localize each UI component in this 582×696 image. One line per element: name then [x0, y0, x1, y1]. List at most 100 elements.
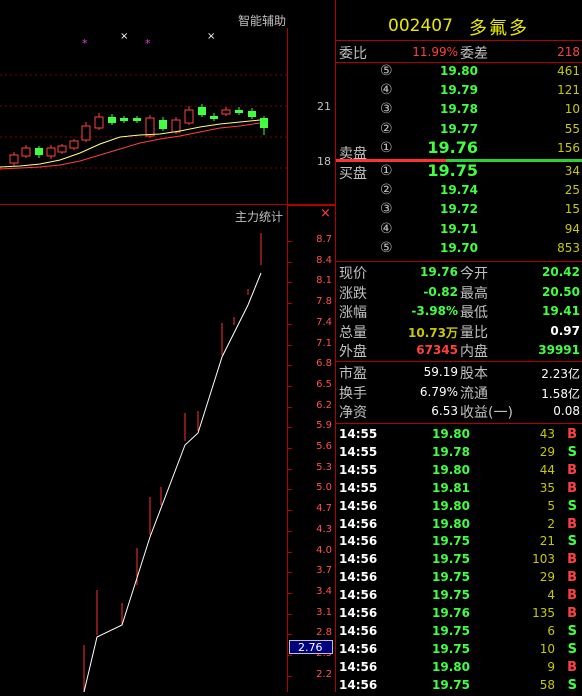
tick-time: 14:55 [339, 444, 378, 459]
tick-row[interactable]: 14:56 19.75 103 B [336, 552, 582, 570]
tick-price: 19.75 [432, 641, 470, 656]
weicha-label: 委差 [460, 46, 488, 62]
fundamental-row: 市盈 59.19 股本 2.23亿 [336, 363, 582, 382]
indicator-y-tick: 6.8 [316, 358, 332, 370]
indicator-y-tick: 8.7 [316, 234, 332, 245]
stock-name: 多氟多 [469, 18, 529, 39]
tick-row[interactable]: 14:56 19.75 58 S [336, 678, 582, 696]
tick-side: S [567, 677, 577, 693]
indicator-y-tick: 7.4 [316, 316, 332, 328]
tick-price: 19.80 [432, 498, 470, 513]
indicator-y-tick: 4.7 [316, 503, 332, 515]
stock-header[interactable]: 002407 多氟多 [336, 0, 582, 40]
order-volume: 10 [564, 102, 580, 117]
stat-row: 涨跌 -0.82 最高 20.50 [336, 283, 582, 302]
tick-price: 19.80 [432, 427, 470, 441]
tick-time: 14:56 [339, 588, 378, 603]
tick-row[interactable]: 14:56 19.80 5 S [336, 499, 582, 517]
tick-time: 14:56 [339, 552, 378, 567]
level-icon: ③ [380, 201, 393, 218]
tick-row[interactable]: 14:56 19.75 29 B [336, 570, 582, 588]
candle-body [260, 118, 268, 128]
stat-label: 现价 [339, 266, 367, 282]
tick-price: 19.75 [432, 552, 470, 567]
bid-row[interactable]: ③ 19.72 15 [336, 201, 582, 220]
tick-row[interactable]: 14:55 19.78 29 S [336, 445, 582, 463]
order-volume: 15 [564, 202, 580, 217]
indicator-y-tick-mark [288, 675, 292, 677]
tick-row[interactable]: 14:56 19.75 21 S [336, 534, 582, 552]
ask-row[interactable]: ⑤ 19.80 461 [336, 63, 582, 82]
ask-row[interactable]: ① 19.76 156 [336, 138, 582, 159]
stock-code: 002407 [388, 16, 453, 36]
tick-side: B [567, 427, 577, 442]
tick-row[interactable]: 14:55 19.80 43 B [336, 427, 582, 445]
bid-row[interactable]: ④ 19.71 94 [336, 221, 582, 240]
tick-volume: 4 [547, 588, 555, 603]
indicator-y-tick: 4.3 [316, 523, 332, 535]
indicator-y-tick-mark [288, 385, 292, 387]
order-volume: 121 [557, 83, 580, 98]
ask-row[interactable]: ③ 19.78 10 [336, 101, 582, 120]
tick-row[interactable]: 14:56 19.80 9 B [336, 660, 582, 678]
weibi-value: 11.99% [412, 45, 458, 59]
order-volume: 94 [564, 221, 580, 236]
level-icon: ④ [380, 82, 393, 99]
level-icon: ④ [380, 220, 393, 237]
candle-body [171, 119, 181, 133]
order-price: 19.78 [440, 102, 478, 117]
tick-row[interactable]: 14:55 19.81 35 B [336, 481, 582, 499]
indicator-y-tick-mark [288, 530, 292, 532]
tick-volume: 29 [539, 444, 555, 459]
indicator-y-tick-mark [288, 282, 292, 284]
tick-time: 14:56 [339, 623, 378, 638]
indicator-y-tick: 7.8 [316, 296, 332, 308]
tick-side: B [567, 552, 577, 568]
weicha-value: 218 [557, 45, 580, 59]
ask-row[interactable]: ④ 19.79 121 [336, 82, 582, 101]
order-price: 19.79 [440, 83, 478, 98]
tick-row[interactable]: 14:55 19.80 44 B [336, 463, 582, 481]
tick-side: S [567, 623, 577, 639]
stat-value: 39991 [538, 343, 580, 357]
stat-value: 20.50 [542, 284, 580, 299]
bid-row[interactable]: ① 19.75 34 [336, 161, 582, 182]
tick-row[interactable]: 14:56 19.76 135 B [336, 606, 582, 624]
candle-body [210, 116, 218, 119]
bid-row[interactable]: ⑤ 19.70 853 [336, 240, 582, 259]
bid-row[interactable]: ② 19.74 25 [336, 182, 582, 201]
tick-time: 14:55 [339, 462, 378, 477]
tick-row[interactable]: 14:56 19.80 2 B [336, 517, 582, 535]
indicator-y-tick: 3.7 [316, 565, 332, 577]
tick-row[interactable]: 14:56 19.75 6 S [336, 624, 582, 642]
level-icon: ⑤ [380, 239, 393, 256]
tick-volume: 10 [539, 641, 555, 656]
fundamental-label: 市盈 [339, 366, 367, 382]
order-price: 19.72 [440, 202, 478, 217]
candle-body [46, 147, 56, 157]
indicator-panel[interactable]: 主力统计 × 8.7 8.4 8.1 7.8 7.4 7.1 6.8 6.5 6.2 5.9 5.6… [0, 205, 335, 692]
tick-volume: 58 [539, 677, 555, 692]
close-icon[interactable]: × [320, 206, 331, 221]
tick-side: B [567, 516, 577, 532]
fundamental-label: 净资 [339, 405, 367, 421]
fundamental-value: 59.19 [423, 365, 458, 379]
tick-side: B [567, 659, 577, 675]
stat-label: 涨幅 [339, 305, 367, 321]
level-icon: ⑤ [380, 63, 393, 79]
candle-body [221, 109, 231, 115]
candle-body [108, 117, 116, 123]
indicator-y-tick-mark [288, 510, 292, 512]
chart-area: 智能辅助 21 18 * × * × 主力统计 × 8.7 8.4 8.1 7.… [0, 0, 335, 692]
kline-panel[interactable]: 智能辅助 21 18 * × * × [0, 0, 335, 205]
fundamental-value: 2.23亿 [541, 367, 580, 381]
tick-row[interactable]: 14:56 19.75 4 B [336, 588, 582, 606]
fundamental-row: 净资 6.53 收益(一) 0.08 [336, 402, 582, 421]
tick-row[interactable]: 14:56 19.75 10 S [336, 642, 582, 660]
indicator-y-tick-mark [288, 592, 292, 594]
stat-row: 外盘 67345 内盘 39991 [336, 341, 582, 360]
ask-row[interactable]: ② 19.77 55 [336, 121, 582, 140]
tick-volume: 135 [532, 606, 555, 620]
stat-label: 涨跌 [339, 285, 367, 302]
order-price: 19.75 [427, 161, 478, 180]
